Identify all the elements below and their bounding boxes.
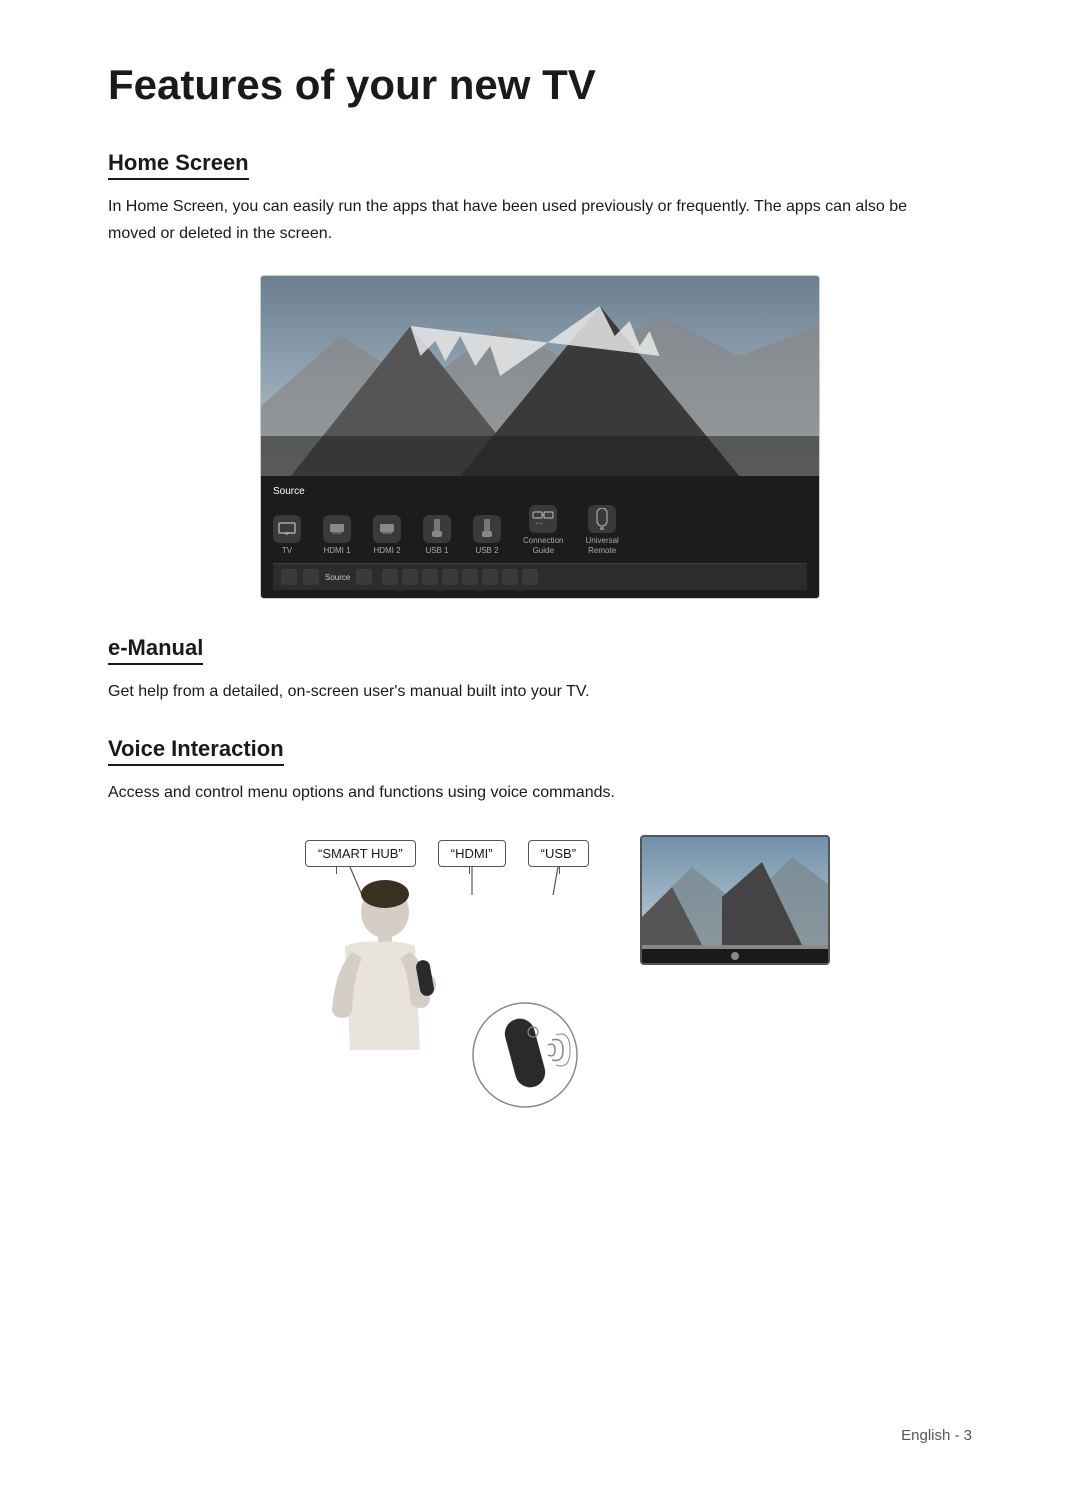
speech-bubble-hdmi: “HDMI” <box>438 840 506 867</box>
conn-svg: ⟺ <box>532 510 554 528</box>
tv-taskbar-source-icon <box>303 569 319 585</box>
tv-icon-usb1-label: USB 1 <box>425 546 448 556</box>
tv-screen-mockup: Source TV <box>260 275 820 599</box>
tv-icon-connection-guide: ⟺ ConnectionGuide <box>523 505 563 555</box>
tv-source-label: Source <box>273 486 807 497</box>
tv-taskbar-dot-4 <box>442 569 458 585</box>
tv-icon-circle <box>273 515 301 543</box>
tv-taskbar-dot-8 <box>522 569 538 585</box>
speech-bubble-smarthub: “SMART HUB” <box>305 840 416 867</box>
tv-taskbar: Source <box>273 563 807 590</box>
voice-interaction-text: Access and control menu options and func… <box>108 780 928 806</box>
tv-icon-usb1-circle <box>423 515 451 543</box>
tv-taskbar-settings-icon <box>281 569 297 585</box>
hdmi1-svg <box>328 522 346 536</box>
tv-icon-hdmi2: HDMI 2 <box>373 515 401 556</box>
tv-icon-tv: TV <box>273 515 301 556</box>
home-screen-section: Home Screen In Home Screen, you can easi… <box>108 150 972 599</box>
speech-bubble-usb: “USB” <box>528 840 589 867</box>
tv-taskbar-search-icon <box>356 569 372 585</box>
tv-icon-conn-label: ConnectionGuide <box>523 536 563 555</box>
mini-tv-image <box>642 837 830 945</box>
mini-tv-screen <box>642 837 828 945</box>
emanual-text: Get help from a detailed, on-screen user… <box>108 679 928 705</box>
voice-illustration: “SMART HUB” “HDMI” “USB” <box>250 830 830 1130</box>
tv-icon-remote-circle <box>588 505 616 533</box>
tv-bottom-bar: Source TV <box>261 476 819 598</box>
svg-text:⟺: ⟺ <box>536 521 543 527</box>
tv-taskbar-dot-3 <box>422 569 438 585</box>
tv-icon-universal-remote: UniversalRemote <box>585 505 618 555</box>
mountain-svg <box>261 276 819 476</box>
tv-icon-hdmi1-circle <box>323 515 351 543</box>
tv-icon-hdmi1: HDMI 1 <box>323 515 351 556</box>
tv-icon-conn-circle: ⟺ <box>529 505 557 533</box>
remote-closeup <box>470 1000 580 1110</box>
tv-icon-usb1: USB 1 <box>423 515 451 556</box>
tv-icon-label: TV <box>282 546 292 556</box>
tv-taskbar-dot-6 <box>482 569 498 585</box>
usb2-svg <box>479 519 495 539</box>
voice-interaction-heading: Voice Interaction <box>108 736 284 766</box>
tv-icon-svg <box>278 522 296 536</box>
person-illustration <box>290 870 470 1120</box>
mini-tv-stand-bar <box>642 945 828 949</box>
emanual-section: e-Manual Get help from a detailed, on-sc… <box>108 635 972 705</box>
usb1-svg <box>429 519 445 539</box>
tv-icon-hdmi1-label: HDMI 1 <box>323 546 350 556</box>
page-title: Features of your new TV <box>108 60 972 110</box>
tv-icon-usb2: USB 2 <box>473 515 501 556</box>
page-footer: English - 3 <box>901 1427 972 1444</box>
tv-icon-hdmi2-label: HDMI 2 <box>373 546 400 556</box>
mini-tv <box>640 835 830 965</box>
hdmi2-svg <box>378 522 396 536</box>
home-screen-heading: Home Screen <box>108 150 249 180</box>
tv-icon-usb2-label: USB 2 <box>475 546 498 556</box>
tv-taskbar-dot-7 <box>502 569 518 585</box>
tv-icon-usb2-circle <box>473 515 501 543</box>
mini-tv-dot <box>731 952 739 960</box>
tv-taskbar-dot-1 <box>382 569 398 585</box>
emanual-heading: e-Manual <box>108 635 203 665</box>
tv-taskbar-dot-5 <box>462 569 478 585</box>
home-screen-text: In Home Screen, you can easily run the a… <box>108 194 928 247</box>
tv-icon-hdmi2-circle <box>373 515 401 543</box>
tv-taskbar-source-text: Source <box>325 573 350 582</box>
tv-icons-row: TV HDMI 1 <box>273 505 807 555</box>
tv-taskbar-dot-2 <box>402 569 418 585</box>
voice-interaction-section: Voice Interaction Access and control men… <box>108 736 972 1130</box>
tv-icon-remote-label: UniversalRemote <box>585 536 618 555</box>
tv-mountain-image <box>261 276 819 476</box>
remote-svg <box>595 508 609 530</box>
